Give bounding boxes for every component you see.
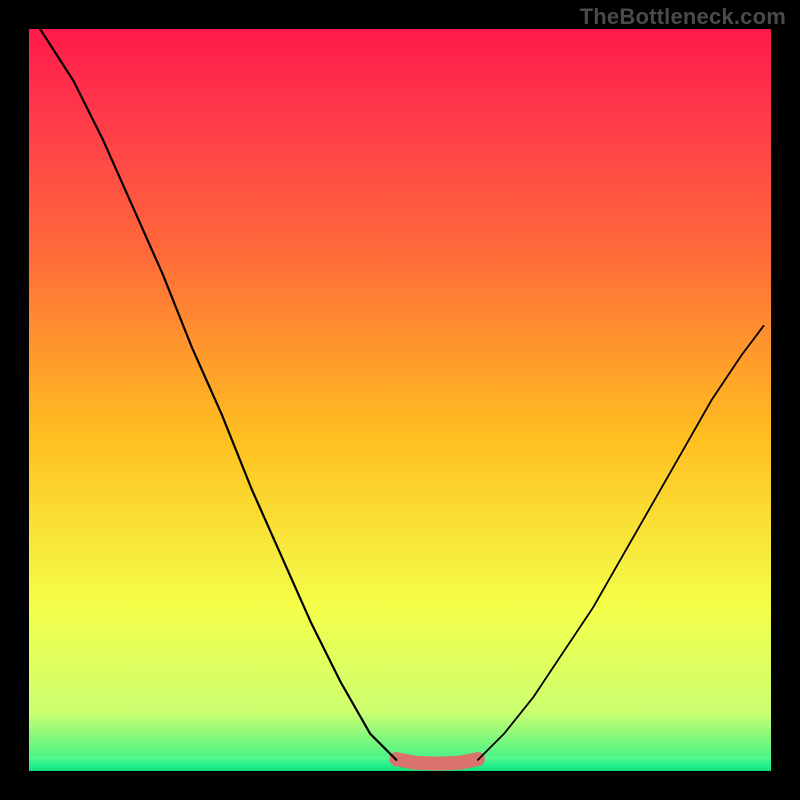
- right-limb-curve: [478, 326, 764, 760]
- chart-container: TheBottleneck.com: [0, 0, 800, 800]
- plot-area: [29, 29, 771, 771]
- curve-layer: [29, 29, 771, 771]
- left-limb-curve: [40, 29, 396, 760]
- watermark-text: TheBottleneck.com: [580, 4, 786, 30]
- valley-highlight-curve: [396, 759, 478, 764]
